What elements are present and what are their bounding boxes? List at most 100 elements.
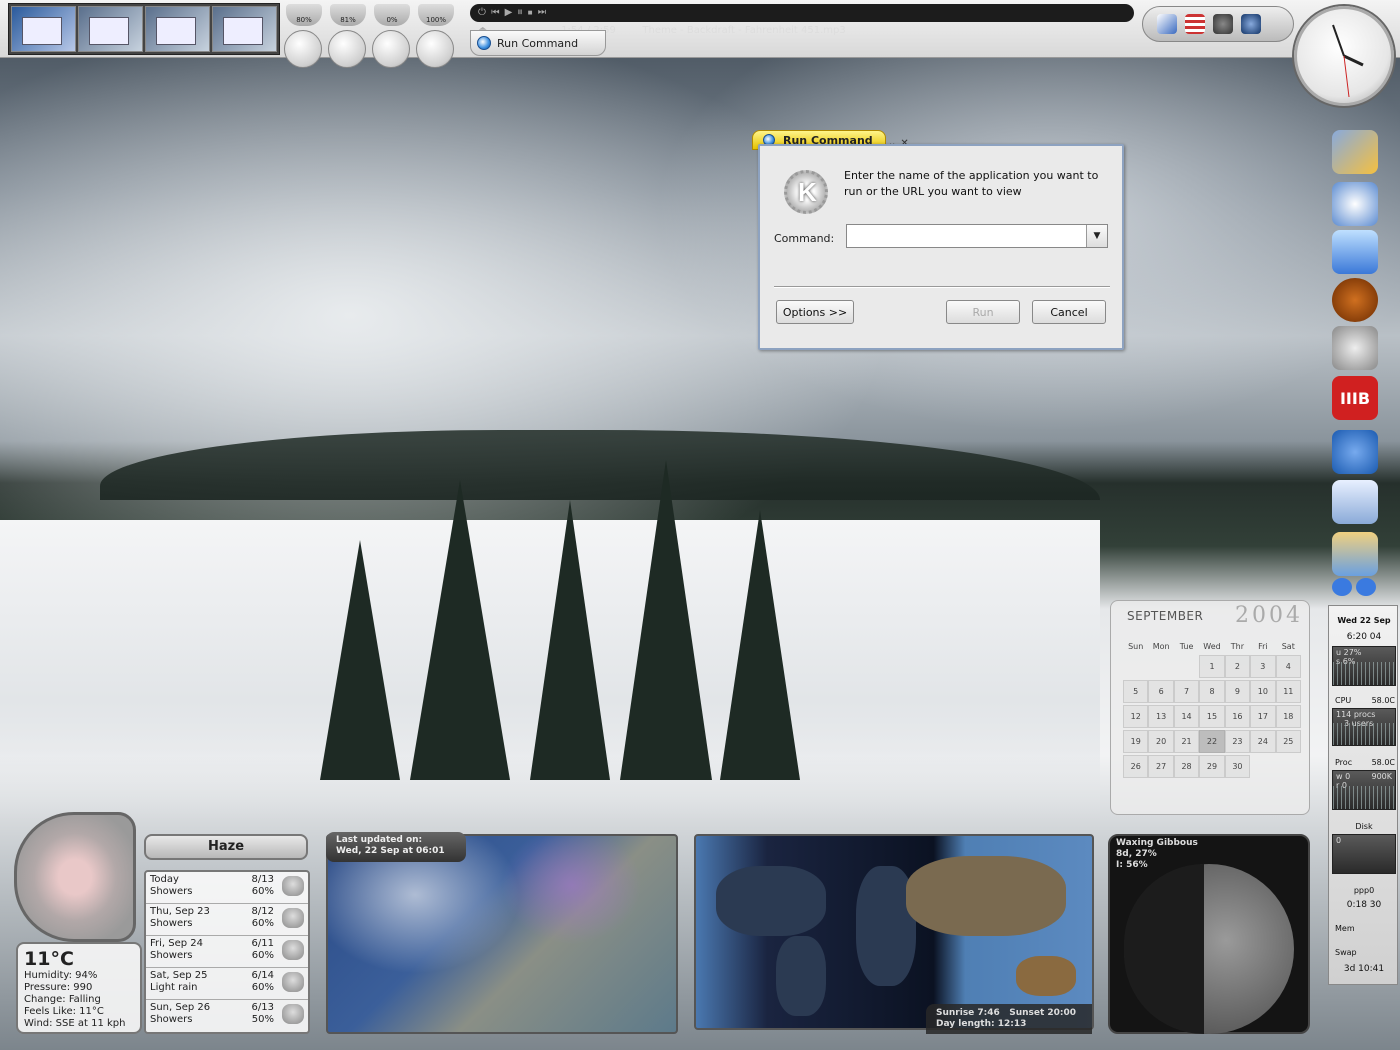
calendar-weekday: Sun (1128, 641, 1144, 651)
rain-cloud-icon (282, 908, 304, 928)
volume-icon[interactable] (1241, 14, 1261, 34)
us-flag-icon[interactable] (1185, 14, 1205, 34)
moon-age: 8d, 27% (1116, 849, 1157, 859)
folder-icon[interactable] (1332, 230, 1378, 274)
cpu-usage-graph: u 27% s 6% (1332, 646, 1396, 686)
analog-clock (1294, 6, 1394, 106)
calendar-day[interactable]: 29 (1199, 755, 1225, 778)
calendar-day[interactable]: 11 (1275, 680, 1301, 703)
forecast-desc: Showers (150, 886, 193, 897)
image-viewer-icon[interactable] (1332, 130, 1378, 174)
command-input[interactable] (846, 224, 1108, 248)
sysmon-mem-label: Mem (1335, 924, 1355, 933)
forecast-row: Sat, Sep 25 Light rain 6/14 60% (146, 968, 308, 1000)
calendar-day[interactable]: 27 (1148, 755, 1174, 778)
taskbar-label: Run Command (497, 36, 579, 50)
calendar-day[interactable]: 5 (1123, 680, 1149, 703)
calendar-day[interactable]: 3 (1250, 655, 1276, 678)
calendar-day[interactable]: 25 (1275, 730, 1301, 753)
desktop-3-thumb[interactable] (145, 6, 210, 52)
desktop-1-thumb[interactable] (11, 6, 76, 52)
forecast-day: Sun, Sep 26 (150, 1002, 211, 1013)
player-track-title: Theme - Backdraft - Fahrenheit 451.mp3 (642, 25, 846, 36)
calendar-day[interactable]: 20 (1148, 730, 1174, 753)
options-button[interactable]: Options >> (776, 300, 854, 324)
calendar-day[interactable]: 22 (1199, 730, 1225, 753)
calendar-day[interactable]: 4 (1275, 655, 1301, 678)
meter-dial[interactable] (328, 30, 366, 68)
network-icon[interactable] (1213, 14, 1233, 34)
calendar-day[interactable]: 2 (1224, 655, 1251, 678)
taskbar-run-command[interactable]: Run Command (470, 30, 606, 56)
run-button[interactable]: Run (946, 300, 1020, 324)
coffee-bean-icon[interactable] (1332, 278, 1378, 322)
calendar-day[interactable]: 15 (1199, 705, 1225, 728)
calendar-day[interactable]: 13 (1148, 705, 1174, 728)
calendar-day[interactable]: 1 (1199, 655, 1225, 678)
day-length: Day length: 12:13 (936, 1019, 1027, 1029)
media-player-bar[interactable]: ⏻ ⏮ ▶ ⏸ ⏹ ⏭ ⏏ 1:54 / 2:59 Theme - Backdr… (470, 4, 1134, 36)
calendar-day[interactable]: 23 (1224, 730, 1251, 753)
calendar-day[interactable]: 26 (1123, 755, 1149, 778)
desktop-2-thumb[interactable] (78, 6, 143, 52)
calendar-day[interactable]: 24 (1250, 730, 1276, 753)
forecast-pop: 60% (251, 982, 274, 993)
disk-graph: 0 (1332, 834, 1396, 874)
media-disc-icon[interactable] (1332, 326, 1378, 370)
office-app-icon[interactable]: IIIB (1332, 376, 1378, 420)
forecast-desc: Showers (150, 950, 193, 961)
calendar-weekday: Sat (1281, 641, 1295, 651)
forecast-day: Fri, Sep 24 (150, 938, 204, 949)
meter-dial[interactable] (416, 30, 454, 68)
desktop-4-thumb[interactable] (212, 6, 277, 52)
calendar-day[interactable]: 10 (1250, 680, 1276, 703)
package-installer-icon[interactable] (1332, 532, 1378, 576)
calendar-day[interactable]: 9 (1224, 680, 1251, 703)
calendar-day[interactable]: 8 (1199, 680, 1225, 703)
procs-graph: 114 procs 3 users (1332, 708, 1396, 746)
calendar-day[interactable]: 30 (1224, 755, 1251, 778)
calendar-day[interactable]: 19 (1123, 730, 1149, 753)
calendar-weekday: Tue (1179, 641, 1194, 651)
sysmon-swap-label: Swap (1335, 948, 1357, 957)
calendar-day[interactable]: 6 (1148, 680, 1174, 703)
run-command-dialog: Run Command ⌄✕ K Enter the name of the a… (748, 130, 1124, 350)
dock-down-arrow-icon[interactable] (1356, 578, 1376, 596)
sysmon-cpu-temp: 58.0C (1371, 696, 1395, 705)
calendar-day[interactable]: 21 (1173, 730, 1200, 753)
kde-icon (477, 36, 491, 50)
clock-minute-hand (1332, 24, 1345, 57)
satellite-updated-value: Wed, 22 Sep at 06:01 (336, 846, 445, 856)
system-tray (1142, 6, 1294, 42)
satellite-updated-label: Last updated on: (336, 835, 423, 845)
meter-dial[interactable] (284, 30, 322, 68)
command-history-dropdown-icon[interactable]: ▼ (1086, 225, 1107, 247)
rain-cloud-icon (282, 876, 304, 896)
calendar-day[interactable]: 18 (1275, 705, 1301, 728)
calendar-weekday: Wed (1203, 641, 1221, 651)
cancel-button[interactable]: Cancel (1032, 300, 1106, 324)
sysmon-net-time: 0:18 30 (1346, 900, 1382, 910)
calculator-icon[interactable] (1332, 480, 1378, 524)
moon-phase-name: Waxing Gibbous (1116, 838, 1198, 848)
weather-forecast: Today Showers 8/13 60% Thu, Sep 23 Shower… (144, 870, 310, 1034)
desktop-pager (8, 3, 280, 55)
weather-feels-like: Feels Like: 11°C (24, 1006, 104, 1017)
calendar-day[interactable]: 16 (1224, 705, 1251, 728)
calendar-day[interactable]: 28 (1173, 755, 1200, 778)
clock-second-hand (1343, 55, 1350, 98)
sysmon-procs: 114 procs (1336, 710, 1376, 719)
calendar-day[interactable]: 7 (1173, 680, 1200, 703)
search-magnifier-icon[interactable] (1332, 182, 1378, 226)
calendar-day[interactable]: 14 (1173, 705, 1200, 728)
meter-dial[interactable] (372, 30, 410, 68)
keyboard-layout-icon[interactable] (1157, 14, 1177, 34)
calendar-day[interactable]: 17 (1250, 705, 1276, 728)
settings-gear-icon[interactable] (1332, 430, 1378, 474)
satellite-update-header: Last updated on: Wed, 22 Sep at 06:01 (326, 832, 466, 862)
dock-up-arrow-icon[interactable] (1332, 578, 1352, 596)
forecast-row: Fri, Sep 24 Showers 6/11 60% (146, 936, 308, 968)
calendar-day[interactable]: 12 (1123, 705, 1149, 728)
meter-dials: 80% 81% 0% 100% (284, 2, 464, 68)
calendar-empty-cell (1174, 655, 1199, 678)
